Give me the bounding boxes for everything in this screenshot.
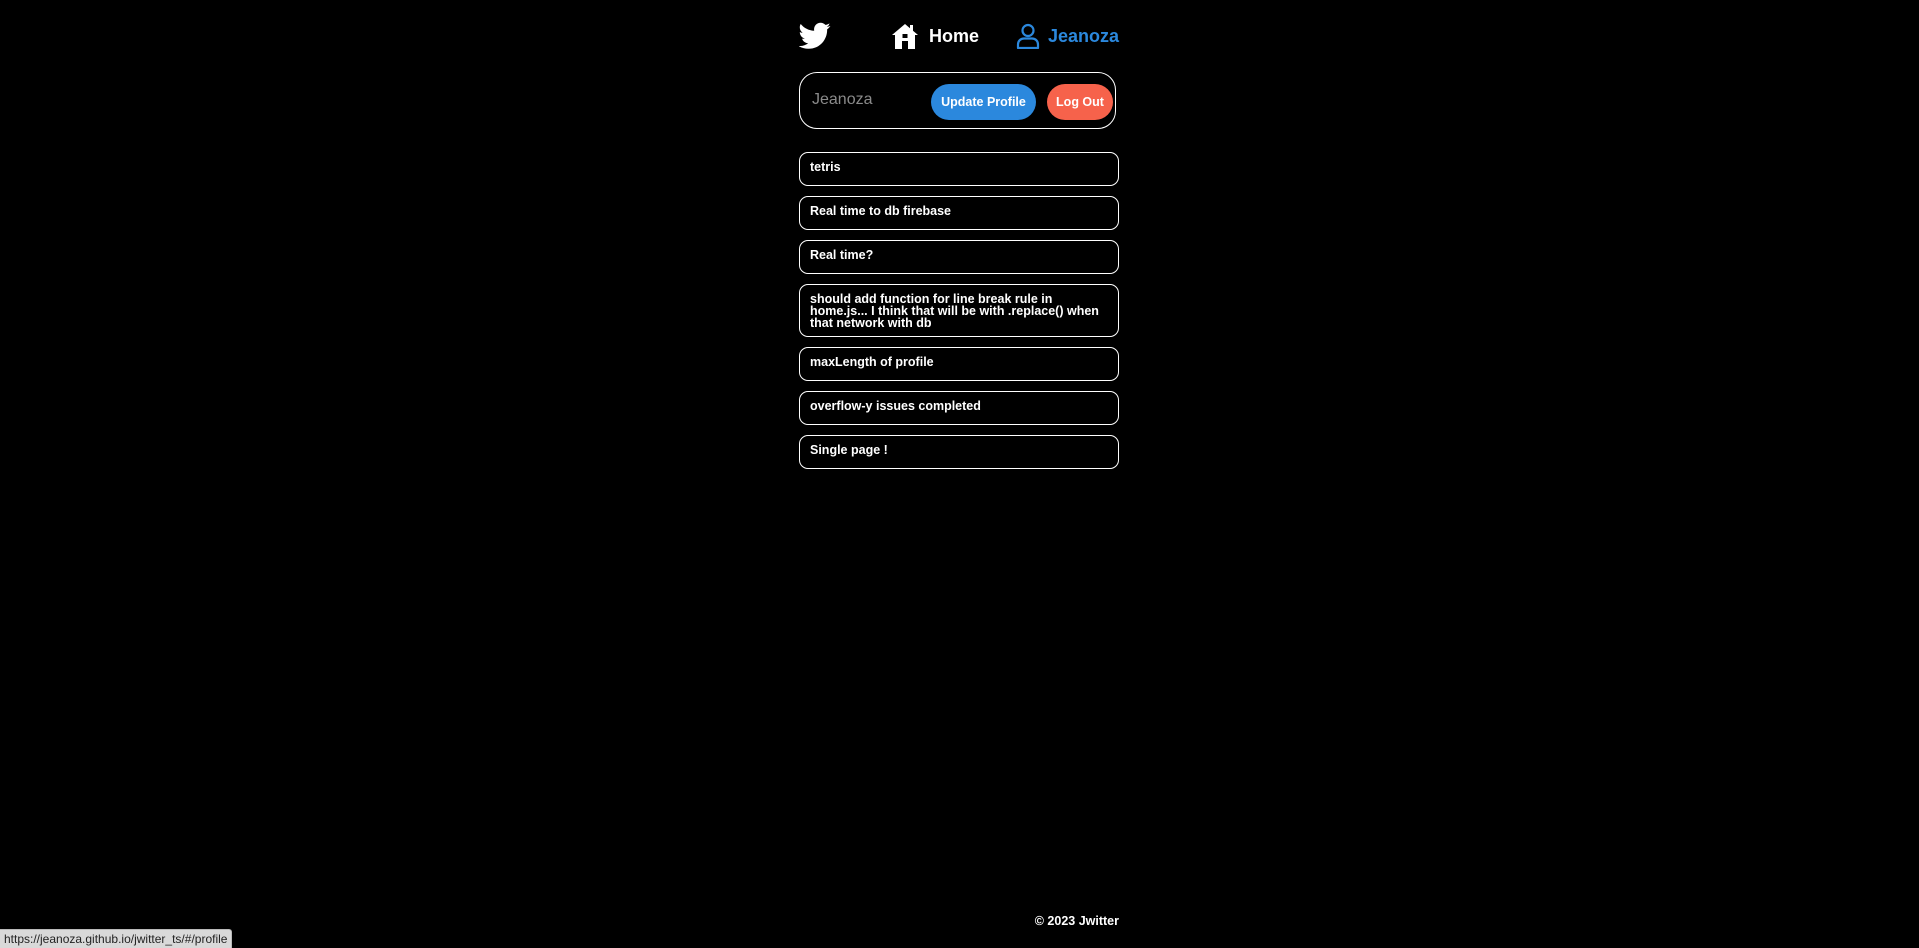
update-profile-button[interactable]: Update Profile: [931, 84, 1036, 120]
top-navigation: Home Jeanoza: [798, 20, 1119, 52]
display-name-input[interactable]: [812, 88, 922, 112]
app-page: Home Jeanoza Update Profile Log Out tetr…: [0, 0, 1919, 948]
tweet-card[interactable]: should add function for line break rule …: [799, 284, 1119, 337]
copyright-footer: © 2023 Jwitter: [1034, 914, 1119, 928]
nav-profile-link[interactable]: Jeanoza: [1016, 20, 1119, 52]
nav-home-link[interactable]: Home: [891, 20, 979, 52]
tweet-text: overflow-y issues completed: [810, 399, 981, 413]
user-icon: [1016, 23, 1040, 49]
nav-profile-label: Jeanoza: [1047, 25, 1119, 46]
house-icon: [892, 23, 918, 49]
tweet-text: Real time to db firebase: [810, 204, 952, 218]
tweet-card[interactable]: overflow-y issues completed: [799, 391, 1119, 425]
link-status-bar: https://jeanoza.github.io/jwitter_ts/#/p…: [0, 929, 233, 948]
tweet-card[interactable]: Real time to db firebase: [799, 196, 1119, 230]
tweet-text: should add function for line break rule …: [810, 292, 1099, 330]
twitter-bird-icon[interactable]: [798, 22, 831, 50]
tweet-text: tetris: [810, 160, 841, 174]
tweet-card[interactable]: tetris: [799, 152, 1119, 186]
tweet-text: Real time?: [810, 248, 874, 262]
profile-edit-form: Update Profile Log Out: [799, 72, 1116, 129]
tweet-card[interactable]: maxLength of profile: [799, 347, 1119, 381]
nav-home-label: Home: [929, 25, 980, 46]
tweet-list: tetris Real time to db firebase Real tim…: [799, 152, 1119, 479]
log-out-button[interactable]: Log Out: [1047, 84, 1113, 120]
tweet-text: maxLength of profile: [810, 355, 934, 369]
tweet-card[interactable]: Real time?: [799, 240, 1119, 274]
tweet-card[interactable]: Single page !: [799, 435, 1119, 469]
tweet-text: Single page !: [810, 443, 888, 457]
